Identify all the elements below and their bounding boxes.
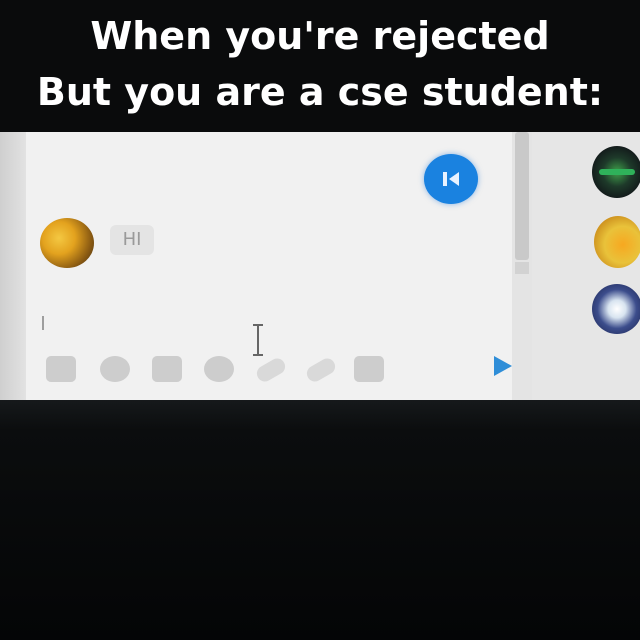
skip-back-button[interactable] [424,154,478,204]
skip-back-icon [443,172,459,186]
left-panel-edge [0,132,26,400]
text-cursor-icon [252,324,264,356]
monitor-bezel [0,400,640,640]
scrollbar-down-button[interactable] [515,262,529,274]
scrollbar-thumb[interactable] [515,132,529,260]
sticker-icon[interactable] [100,356,130,382]
caption-line-2: But you are a cse student: [36,70,604,114]
contact-avatar-2[interactable] [594,216,640,268]
chat-scrollbar[interactable] [512,132,532,400]
image-icon[interactable] [46,356,76,382]
emoji-icon[interactable] [204,356,234,382]
gif-icon[interactable] [152,356,182,382]
camera-icon[interactable] [354,356,384,382]
message-bubble: HI [110,225,154,255]
contact-avatar-3[interactable] [592,284,640,334]
meme-caption: When you're rejected But you are a cse s… [0,0,640,132]
caption-line-1: When you're rejected [90,14,550,58]
send-icon[interactable] [494,356,512,376]
contact-avatar-1[interactable] [592,146,640,198]
avatar[interactable] [40,218,94,268]
input-caret [42,316,44,330]
contact-avatar-1-mark [599,169,635,175]
